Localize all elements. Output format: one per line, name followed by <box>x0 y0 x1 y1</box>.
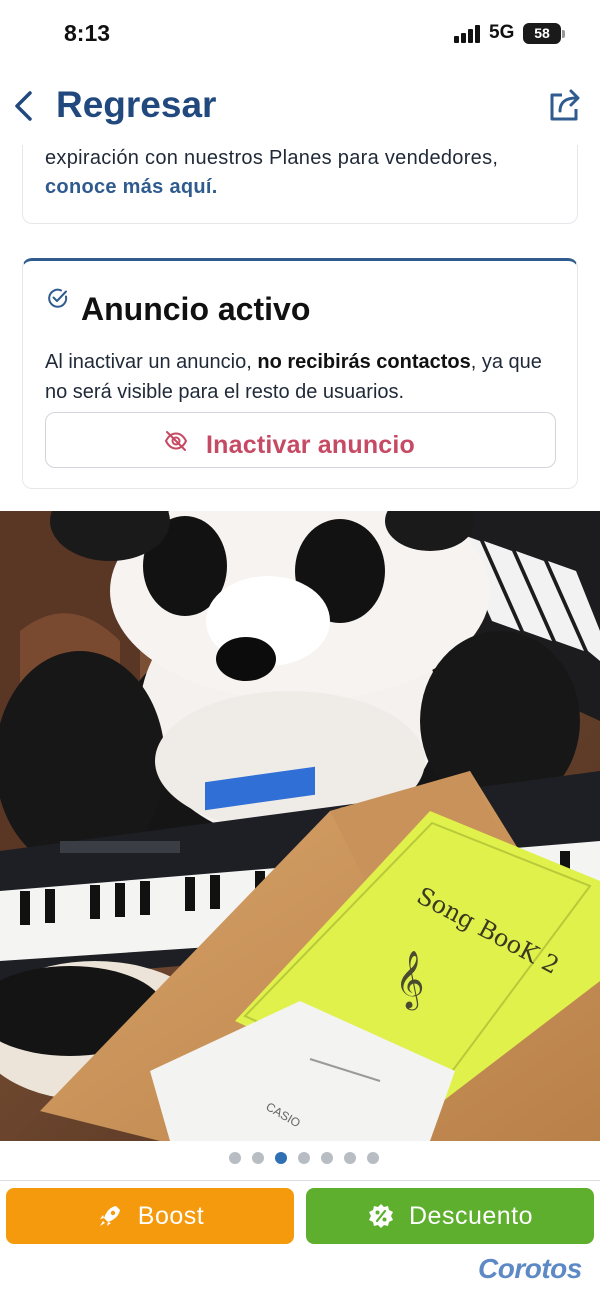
battery-percentage: 58 <box>534 25 550 41</box>
discount-label: Descuento <box>408 1201 534 1230</box>
carousel-dot[interactable] <box>367 1152 379 1164</box>
desc-bold: no recibirás contactos <box>257 351 471 373</box>
carousel-dot[interactable] <box>298 1152 310 1164</box>
battery-cap <box>562 30 565 38</box>
boost-button[interactable]: Boost <box>6 1188 294 1244</box>
svg-text:𝄞: 𝄞 <box>395 950 425 1011</box>
status-bar: 8:13 5G 58 <box>0 0 600 70</box>
header: Regresar <box>0 70 600 145</box>
signal-icon <box>454 25 484 43</box>
back-button-label[interactable]: Regresar <box>56 84 216 126</box>
plans-link[interactable]: conoce más aquí. <box>45 176 218 198</box>
active-ad-card: Anuncio activo Al inactivar un anuncio, … <box>22 258 578 489</box>
boost-label: Boost <box>137 1201 205 1230</box>
active-ad-description: Al inactivar un anuncio, no recibirás co… <box>45 347 565 407</box>
carousel-dot[interactable] <box>344 1152 356 1164</box>
divider <box>0 1180 600 1181</box>
inactivate-ad-button[interactable]: Inactivar anuncio <box>45 412 556 468</box>
discount-button[interactable]: Descuento <box>306 1188 594 1244</box>
corotos-logo: Corotos <box>478 1253 582 1284</box>
carousel-dot[interactable] <box>275 1152 287 1164</box>
check-circle-icon <box>48 288 68 308</box>
share-icon[interactable] <box>546 86 584 124</box>
carousel-indicator[interactable] <box>0 1152 600 1166</box>
product-photo[interactable]: Song BooK 2 𝄞 CASIO <box>0 511 600 1141</box>
eye-off-icon <box>164 431 188 451</box>
status-time: 8:13 <box>64 20 111 46</box>
battery-icon: 58 <box>523 23 561 44</box>
network-label: 5G <box>489 22 515 43</box>
photo-illustration: Song BooK 2 𝄞 CASIO <box>0 511 600 1141</box>
carousel-dot[interactable] <box>252 1152 264 1164</box>
rocket-icon <box>99 1206 120 1226</box>
desc-prefix: Al inactivar un anuncio, <box>45 351 252 373</box>
active-ad-title: Anuncio activo <box>81 291 311 327</box>
chevron-left-icon[interactable] <box>8 87 42 125</box>
plans-text: expiración con nuestros Planes para vend… <box>45 147 499 169</box>
inactivate-ad-label: Inactivar anuncio <box>206 431 416 459</box>
carousel-dot[interactable] <box>229 1152 241 1164</box>
discount-badge-icon <box>368 1204 393 1228</box>
carousel-dot[interactable] <box>321 1152 333 1164</box>
